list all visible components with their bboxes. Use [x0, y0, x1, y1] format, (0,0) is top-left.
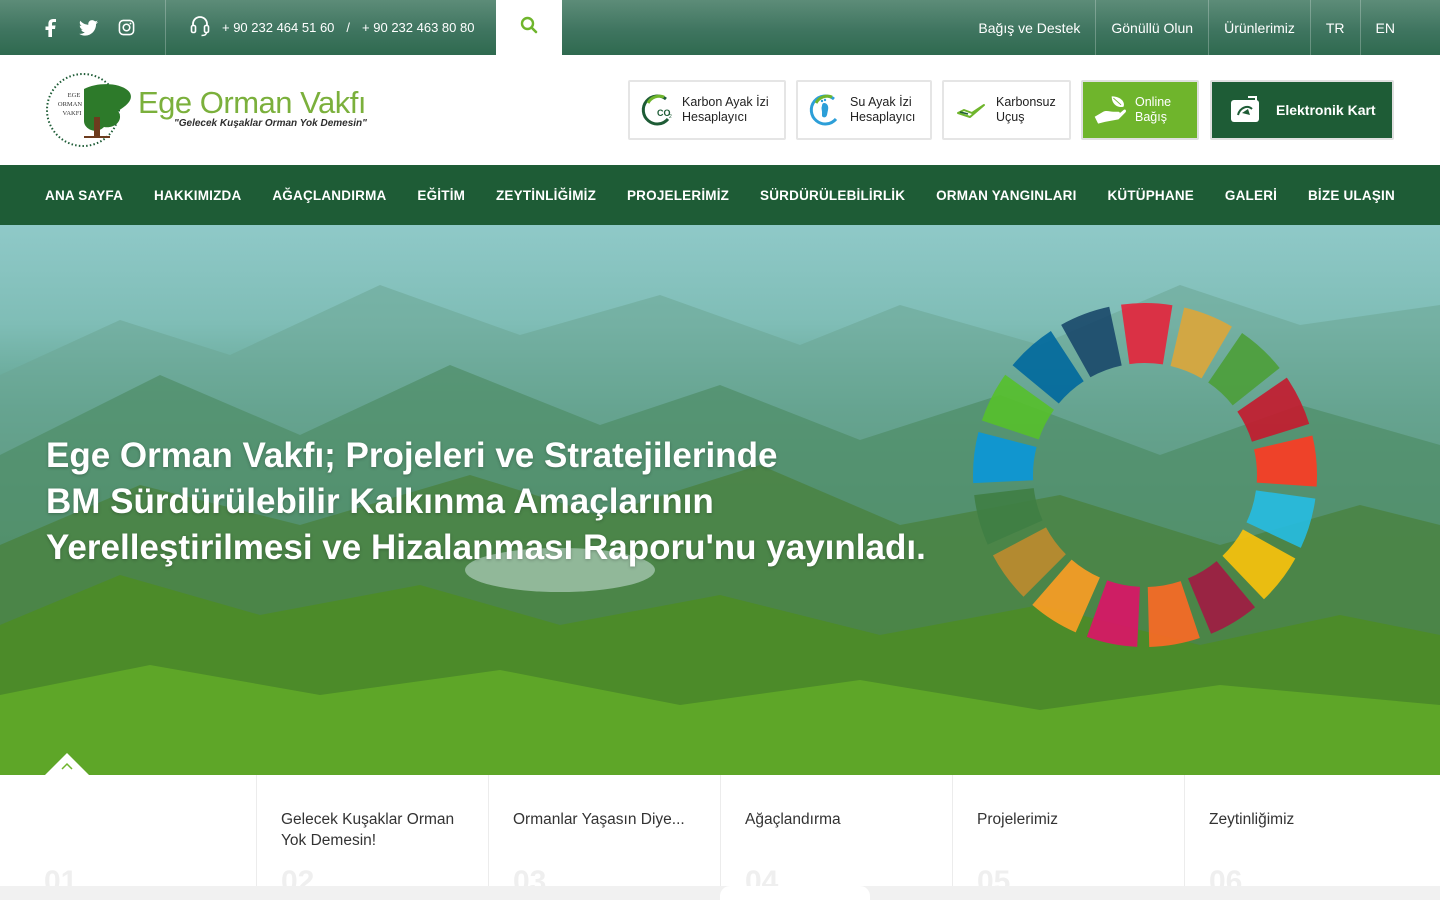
donate-label-line-1: Online — [1135, 95, 1172, 109]
feature-title: Projelerimiz — [977, 811, 1058, 828]
emblem-text-3: VAKFI — [62, 110, 81, 117]
nav-about[interactable]: HAKKIMIZDA — [154, 188, 242, 203]
feature-item-4[interactable]: Ağaçlandırma 04 — [720, 775, 952, 900]
nav-library[interactable]: KÜTÜPHANE — [1107, 188, 1194, 203]
phone-number-1[interactable]: + 90 232 464 51 60 — [222, 20, 334, 35]
flight-label-line-2: Uçuş — [996, 110, 1025, 124]
phone-separator: / — [346, 20, 351, 35]
electronic-card-button[interactable]: Elektronik Kart — [1210, 80, 1394, 140]
site-logo[interactable]: EGE ORMAN VAKFI Ege Orman Vakfı "Gelecek… — [44, 71, 374, 149]
water-button-label: Su Ayak İzi Hesaplayıcı — [850, 95, 915, 125]
sdg-segment — [1253, 435, 1317, 487]
link-products[interactable]: Ürünlerimiz — [1208, 0, 1310, 55]
contact-phones: + 90 232 464 51 60 / + 90 232 463 80 80 — [166, 0, 474, 55]
water-label-line-1: Su Ayak İzi — [850, 95, 912, 109]
facebook-icon[interactable] — [40, 18, 60, 38]
nav-sustainability[interactable]: SÜRDÜRÜLEBİLİRLİK — [760, 188, 905, 203]
instagram-icon[interactable] — [116, 18, 136, 38]
co2-icon: CO 2 — [640, 93, 674, 127]
top-bar: + 90 232 464 51 60 / + 90 232 463 80 80 … — [0, 0, 1440, 55]
nav-projects[interactable]: PROJELERİMİZ — [627, 188, 729, 203]
donate-hand-icon — [1093, 93, 1127, 127]
headline-line-1: Ege Orman Vakfı; Projeleri ve Stratejile… — [46, 436, 778, 475]
link-donate-support[interactable]: Bağış ve Destek — [963, 0, 1095, 55]
site-header: EGE ORMAN VAKFI Ege Orman Vakfı "Gelecek… — [0, 55, 1440, 165]
carbon-free-flight-button[interactable]: Karbonsuz Uçuş — [942, 80, 1071, 140]
feature-item-6[interactable]: Zeytinliğimiz 06 — [1184, 775, 1440, 900]
link-volunteer[interactable]: Gönüllü Olun — [1095, 0, 1208, 55]
e-card-label: Elektronik Kart — [1276, 101, 1376, 118]
water-footprint-calculator-button[interactable]: Su Ayak İzi Hesaplayıcı — [796, 80, 932, 140]
water-label-line-2: Hesaplayıcı — [850, 110, 916, 124]
donate-button-label: Online Bağış — [1135, 95, 1171, 125]
feature-title: Ormanlar Yaşasın Diye... — [513, 811, 685, 828]
sdg-segment — [1121, 303, 1173, 365]
nav-gallery[interactable]: GALERİ — [1225, 188, 1277, 203]
feature-title: Gelecek Kuşaklar Orman Yok Demesin! — [281, 811, 455, 849]
logo-emblem: EGE ORMAN VAKFI — [44, 71, 134, 149]
nav-education[interactable]: EĞİTİM — [417, 188, 465, 203]
headset-icon — [190, 15, 210, 40]
search-button[interactable] — [496, 0, 562, 55]
emblem-text-1: EGE — [68, 92, 81, 99]
carbon-footprint-calculator-button[interactable]: CO 2 Karbon Ayak İzi Hesaplayıcı — [628, 80, 786, 140]
feature-title: Ağaçlandırma — [745, 811, 841, 828]
nav-contact[interactable]: BİZE ULAŞIN — [1308, 188, 1395, 203]
lang-en[interactable]: EN — [1359, 0, 1440, 55]
carbon-label-line-1: Karbon Ayak İzi — [682, 95, 769, 109]
lang-tr[interactable]: TR — [1309, 0, 1360, 55]
sdg-wheel — [973, 303, 1317, 647]
bottom-bar — [0, 886, 1440, 900]
nav-home[interactable]: ANA SAYFA — [45, 188, 123, 203]
nav-afforestation[interactable]: AĞAÇLANDIRMA — [272, 188, 386, 203]
search-icon — [520, 16, 538, 39]
feature-item-3[interactable]: Ormanlar Yaşasın Diye... 03 — [488, 775, 720, 900]
water-foot-icon — [808, 93, 842, 127]
feature-title: Zeytinliğimiz — [1209, 811, 1295, 828]
feature-strip: 01 Gelecek Kuşaklar Orman Yok Demesin! 0… — [0, 775, 1440, 900]
carbon-button-label: Karbon Ayak İzi Hesaplayıcı — [682, 95, 769, 125]
nav-olive-grove[interactable]: ZEYTİNLİĞİMİZ — [496, 188, 596, 203]
hero-headline[interactable]: Ege Orman Vakfı; Projeleri ve Stratejile… — [46, 433, 926, 571]
hero-slider[interactable]: Ege Orman Vakfı; Projeleri ve Stratejile… — [0, 225, 1440, 775]
flight-label-line-1: Karbonsuz — [996, 95, 1056, 109]
logo-name: Ege Orman Vakfı — [138, 85, 366, 120]
top-right-menu: Bağış ve Destek Gönüllü Olun Ürünlerimiz… — [963, 0, 1440, 55]
emblem-text-2: ORMAN — [58, 101, 83, 108]
donate-label-line-2: Bağış — [1135, 110, 1167, 124]
svg-text:2: 2 — [669, 114, 672, 120]
social-links — [0, 0, 166, 55]
main-navigation: ANA SAYFA HAKKIMIZDA AĞAÇLANDIRMA EĞİTİM… — [0, 165, 1440, 225]
e-card-icon — [1228, 93, 1262, 127]
logo-slogan: "Gelecek Kuşaklar Orman Yok Demesin" — [174, 118, 367, 129]
scroll-up-tab[interactable] — [45, 753, 89, 775]
carbon-label-line-2: Hesaplayıcı — [682, 110, 748, 124]
headline-line-3: Yerelleştirilmesi ve Hizalanması Raporu'… — [46, 528, 926, 567]
bottom-tab — [720, 886, 870, 900]
sdg-segment — [1147, 581, 1200, 647]
online-donation-button[interactable]: Online Bağış — [1081, 80, 1199, 140]
leaf-plane-icon — [954, 93, 988, 127]
feature-item-2[interactable]: Gelecek Kuşaklar Orman Yok Demesin! 02 — [256, 775, 488, 900]
feature-item-1[interactable]: 01 — [0, 775, 256, 900]
headline-line-2: BM Sürdürülebilir Kalkınma Amaçlarının — [46, 482, 714, 521]
twitter-icon[interactable] — [78, 18, 98, 38]
sdg-segment — [973, 432, 1037, 484]
flight-button-label: Karbonsuz Uçuş — [996, 95, 1056, 125]
feature-item-5[interactable]: Projelerimiz 05 — [952, 775, 1184, 900]
nav-forest-fires[interactable]: ORMAN YANGINLARI — [936, 188, 1076, 203]
sdg-segment — [1086, 580, 1140, 647]
phone-number-2[interactable]: + 90 232 463 80 80 — [362, 20, 474, 35]
